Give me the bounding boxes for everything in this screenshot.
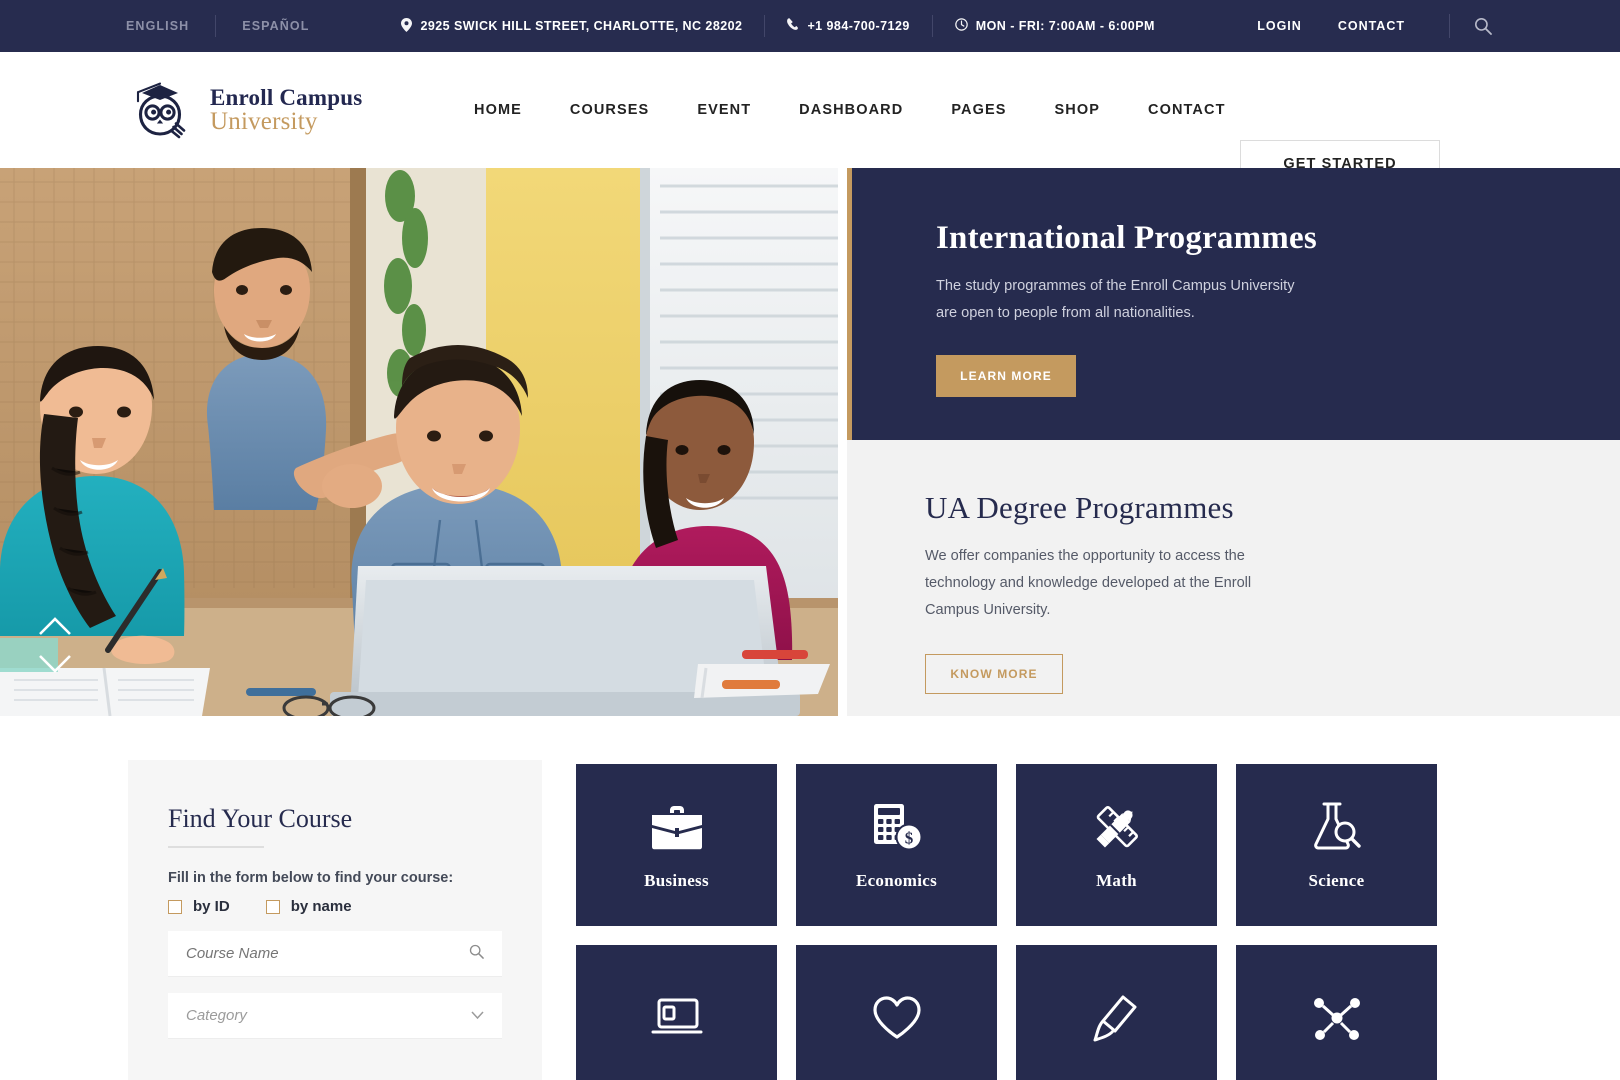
search-icon[interactable] [469,944,484,964]
contact-link[interactable]: CONTACT [1320,19,1423,33]
category-field[interactable]: Category [168,993,502,1039]
search-icon[interactable] [1472,15,1494,37]
option-by-name[interactable]: by name [265,898,352,915]
international-programmes-body: The study programmes of the Enroll Campu… [936,278,1295,321]
category-tile-5[interactable] [576,945,777,1080]
international-programmes-card: International Programmes The study progr… [847,168,1620,440]
hero-carousel-controls [38,616,72,674]
category-tile-science[interactable]: Science [1236,764,1437,926]
course-finder-section: Find Your Course Fill in the form below … [0,716,1620,1080]
find-your-course-subtitle: Fill in the form below to find your cour… [168,870,454,886]
category-tile-8[interactable] [1236,945,1437,1080]
actions-divider [1449,14,1450,38]
category-tile-6[interactable] [796,945,997,1080]
course-name-input[interactable] [186,945,469,962]
phone-icon [787,18,799,34]
contact-info-group: 2925 SWICK HILL STREET, CHARLOTTE, NC 28… [401,15,1176,37]
language-switcher: ENGLISH ESPAÑOL [126,15,335,37]
chevron-up-icon[interactable] [38,616,72,636]
learn-more-button[interactable]: LEARN MORE [936,355,1076,397]
location-pin-icon [401,17,413,35]
nav-item-shop[interactable]: SHOP [1031,102,1125,118]
main-navigation: HOME COURSES EVENT DASHBOARD PAGES SHOP … [450,52,1250,168]
nav-item-event[interactable]: EVENT [673,102,775,118]
category-tile-science-label: Science [1308,871,1365,890]
nav-item-pages[interactable]: PAGES [927,102,1030,118]
top-utility-bar: ENGLISH ESPAÑOL 2925 SWICK HILL STREET, … [0,0,1620,52]
category-tile-math[interactable]: Math [1016,764,1217,926]
category-tile-economics[interactable]: $ Economics [796,764,997,926]
category-tiles-grid: Business $ Economics Math Science [576,764,1438,1080]
laptop-icon [650,990,704,1046]
option-by-id[interactable]: by ID [168,898,230,915]
hero-section: International Programmes The study progr… [0,168,1620,716]
category-tile-business[interactable]: Business [576,764,777,926]
category-tile-math-label: Math [1096,871,1137,890]
option-by-name-label: by name [290,898,352,915]
nav-item-contact[interactable]: CONTACT [1124,102,1250,118]
ua-degree-programmes-card: UA Degree Programmes We offer companies … [847,440,1620,716]
login-link[interactable]: LOGIN [1239,19,1320,33]
category-tile-economics-label: Economics [855,871,938,890]
nav-item-home[interactable]: HOME [450,102,546,118]
language-english[interactable]: ENGLISH [126,19,215,33]
find-your-course-panel: Find Your Course Fill in the form below … [128,760,542,1080]
language-espanol[interactable]: ESPAÑOL [216,19,335,33]
top-bar-actions: LOGIN CONTACT [1239,0,1620,52]
chevron-down-icon[interactable] [471,1007,484,1025]
brush-icon [1093,990,1141,1046]
page-root: ENGLISH ESPAÑOL 2925 SWICK HILL STREET, … [0,0,1620,1080]
nav-item-courses[interactable]: COURSES [546,102,673,118]
svg-text:$: $ [904,829,913,848]
brand-text: Enroll Campus University [210,84,363,135]
checkbox-by-id[interactable] [168,899,182,914]
hours-item: MON - FRI: 7:00AM - 6:00PM [933,18,1177,34]
know-more-button[interactable]: KNOW MORE [925,654,1063,694]
phone-item: +1 984-700-7129 [765,18,931,34]
ua-degree-programmes-body: We offer companies the opportunity to ac… [925,548,1252,618]
heart-icon [871,990,923,1046]
option-by-id-label: by ID [193,898,230,915]
title-underline [168,846,264,848]
international-programmes-title: International Programmes [936,220,1317,256]
site-header: Enroll Campus University HOME COURSES EV… [0,52,1620,188]
molecule-icon [1311,990,1363,1046]
category-tile-7[interactable] [1016,945,1217,1080]
find-your-course-title: Find Your Course [168,804,353,833]
search-mode-options: by ID by name [168,898,502,915]
address-item: 2925 SWICK HILL STREET, CHARLOTTE, NC 28… [401,17,764,35]
brand-line-2: University [210,107,318,135]
calculator-coin-icon: $ [870,799,924,855]
category-select[interactable]: Category [186,1007,471,1024]
clock-icon [954,18,968,34]
briefcase-icon [650,799,704,855]
nav-item-dashboard[interactable]: DASHBOARD [775,102,927,118]
brand-line-1: Enroll Campus [210,84,363,110]
owl-graduation-cap-logo [126,79,198,141]
ua-degree-programmes-title: UA Degree Programmes [925,490,1234,525]
category-tile-business-label: Business [644,871,709,890]
checkbox-by-name[interactable] [265,899,280,914]
hero-photo [0,168,838,716]
chevron-down-icon[interactable] [38,654,72,674]
brand-logo-link[interactable]: Enroll Campus University [126,79,362,141]
flask-magnifier-icon [1311,799,1363,855]
hours-text: MON - FRI: 7:00AM - 6:00PM [975,19,1155,33]
course-name-field[interactable] [168,931,502,977]
phone-text: +1 984-700-7129 [807,19,910,33]
address-text: 2925 SWICK HILL STREET, CHARLOTTE, NC 28… [420,19,743,33]
ruler-pencil-icon [1090,799,1144,855]
